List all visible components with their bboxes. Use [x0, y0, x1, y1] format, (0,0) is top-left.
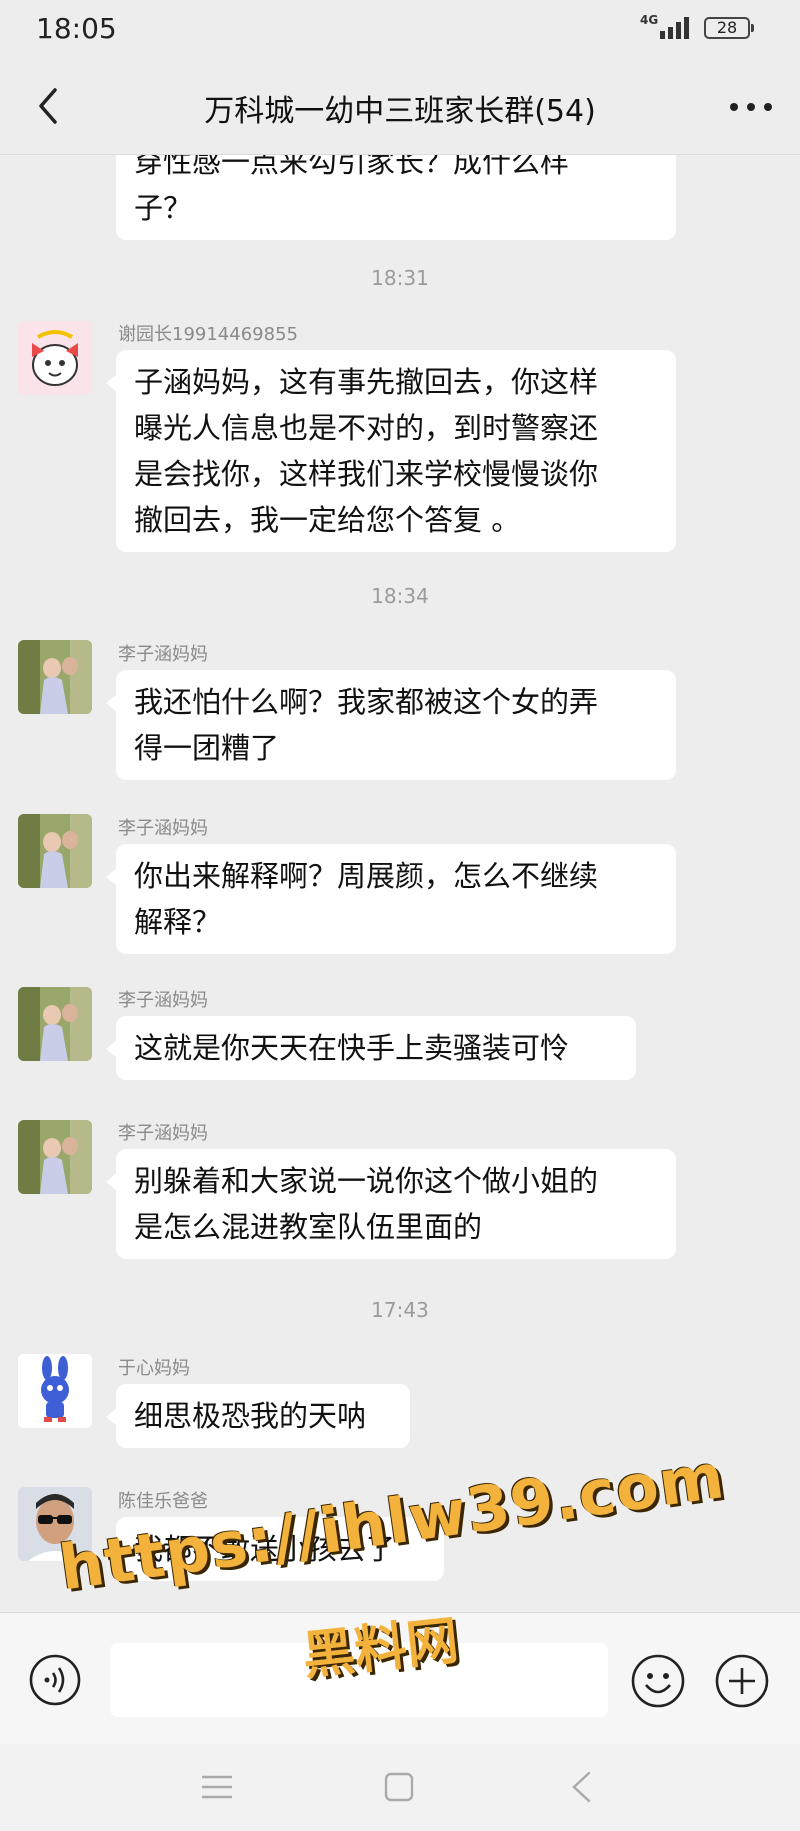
chat-header: 万科城一幼中三班家长群(54): [0, 62, 800, 155]
sender-name: 谢园长19914469855: [118, 324, 298, 345]
timestamp: 18:31: [371, 266, 429, 290]
avatar[interactable]: [18, 321, 92, 395]
message-line: 我还怕什么啊？我家都被这个女的弄: [134, 685, 599, 719]
message-line: 穿性感一点来勾引家长？成什么样: [134, 154, 570, 179]
avatar[interactable]: [18, 1487, 92, 1561]
status-bar: 18:05 4G 28: [0, 0, 800, 62]
message-bubble[interactable]: 你出来解释啊？周展颜，怎么不继续 解释？: [106, 844, 676, 954]
battery-icon: 28: [704, 17, 754, 39]
avatar[interactable]: [18, 814, 92, 888]
network-type: 4G: [640, 13, 659, 27]
message-bubble[interactable]: 这就是你天天在快手上卖骚装可怜: [106, 1016, 636, 1080]
back-button[interactable]: [22, 80, 74, 132]
message-line: 子涵妈妈，这有事先撤回去，你这样: [134, 365, 599, 399]
avatar[interactable]: [18, 640, 92, 714]
home-icon: [384, 1772, 414, 1802]
emoji-button[interactable]: [630, 1653, 686, 1709]
voice-button[interactable]: [28, 1653, 82, 1707]
chat-title: 万科城一幼中三班家长群(54): [204, 94, 596, 129]
message-line: 曝光人信息也是不对的，到时警察还: [134, 411, 599, 445]
plus-icon: [715, 1654, 769, 1708]
sender-name: 李子涵妈妈: [118, 990, 208, 1011]
signal-icon: [660, 15, 694, 39]
message-line: 得一团糟了: [134, 731, 280, 765]
nav-menu-button[interactable]: [192, 1762, 242, 1812]
message-bubble[interactable]: 子涵妈妈，这有事先撤回去，你这样 曝光人信息也是不对的，到时警察还 是会找你，这…: [106, 350, 676, 552]
message-list[interactable]: 穿性感一点来勾引家长？成什么样 子？ 18:31 谢园长19914469855 …: [0, 154, 800, 1612]
nav-back-button[interactable]: [556, 1762, 606, 1812]
voice-icon: [29, 1654, 81, 1706]
message-input[interactable]: [110, 1643, 608, 1717]
avatar[interactable]: [18, 1354, 92, 1428]
sender-name: 李子涵妈妈: [118, 818, 208, 839]
message-line: 细思极恐我的天呐: [134, 1399, 367, 1433]
message-line: 你出来解释啊？周展颜，怎么不继续: [134, 859, 599, 893]
more-button[interactable]: [724, 82, 778, 132]
back-icon: [572, 1771, 591, 1803]
nav-home-button[interactable]: [374, 1762, 424, 1812]
message-line: 子？: [134, 191, 193, 225]
message-line: 撤回去，我一定给您个答复 。: [134, 503, 521, 537]
sender-name: 李子涵妈妈: [118, 1123, 208, 1144]
message-line: 别躲着和大家说一说你这个做小姐的: [134, 1164, 599, 1198]
plus-button[interactable]: [714, 1653, 770, 1709]
message-line: 解释？: [134, 905, 222, 939]
message-bubble[interactable]: 细思极恐我的天呐: [106, 1384, 410, 1448]
timestamp: 17:43: [371, 1298, 429, 1322]
input-bar: [0, 1612, 800, 1745]
chevron-left-icon: [39, 88, 57, 124]
message-bubble[interactable]: 穿性感一点来勾引家长？成什么样 子？: [116, 154, 676, 240]
sender-name: 李子涵妈妈: [118, 644, 208, 665]
more-dots-icon: [730, 103, 772, 111]
message-bubble[interactable]: 我还怕什么啊？我家都被这个女的弄 得一团糟了: [106, 670, 676, 780]
avatar[interactable]: [18, 987, 92, 1061]
menu-icon: [202, 1775, 232, 1799]
status-time: 18:05: [36, 12, 117, 45]
avatar[interactable]: [18, 1120, 92, 1194]
sender-name: 陈佳乐爸爸: [118, 1491, 208, 1512]
message-line: 我都不敢送小孩去了: [134, 1532, 396, 1566]
message-bubble[interactable]: 别躲着和大家说一说你这个做小姐的 是怎么混进教室队伍里面的: [106, 1149, 676, 1259]
sender-name: 于心妈妈: [118, 1358, 190, 1379]
message-line: 这就是你天天在快手上卖骚装可怜: [134, 1031, 570, 1065]
emoji-icon: [631, 1654, 685, 1708]
message-bubble[interactable]: 我都不敢送小孩去了: [106, 1517, 444, 1581]
message-line: 是会找你，这样我们来学校慢慢谈你: [134, 457, 599, 491]
message-line: 是怎么混进教室队伍里面的: [134, 1210, 483, 1244]
system-nav-bar: [0, 1744, 800, 1831]
timestamp: 18:34: [371, 584, 429, 608]
